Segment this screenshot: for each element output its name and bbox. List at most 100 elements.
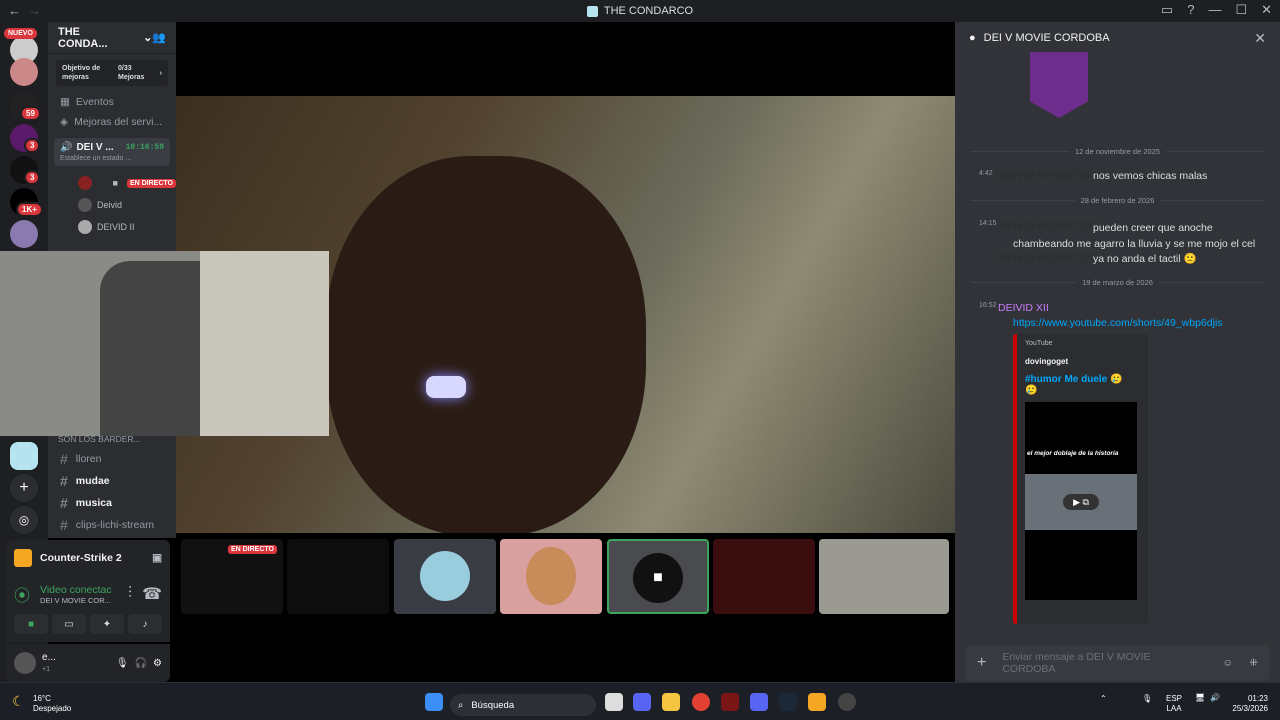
add-server-icon[interactable]: + xyxy=(10,474,38,502)
settings-icon[interactable]: ⚙ xyxy=(153,658,162,669)
message-link[interactable]: https://www.youtube.com/shorts/49_wbp6dj… xyxy=(1013,317,1223,329)
explore-icon[interactable]: ◎ xyxy=(10,506,38,534)
weather-temp[interactable]: 16°C xyxy=(33,694,71,704)
stream-tile[interactable] xyxy=(713,539,815,614)
noise-icon[interactable]: ⫶ xyxy=(128,585,132,603)
stream-tile[interactable]: EN DIRECTO xyxy=(181,539,283,614)
voice-member[interactable]: ■ EN DIRECTO xyxy=(48,172,176,194)
stream-tile[interactable] xyxy=(394,539,496,614)
embed-video[interactable]: el mejor doblaje de la historia ▶ ⧉ xyxy=(1025,402,1137,600)
screen-share-button[interactable]: ▭ xyxy=(52,614,86,634)
speaker-icon: 🔊 xyxy=(60,142,73,153)
server-icon[interactable] xyxy=(10,442,38,470)
date-divider: 19 de marzo de 2026 xyxy=(971,278,1264,287)
stream-tile[interactable] xyxy=(500,539,602,614)
taskbar: ☾ 16°C Despejado ⌕ Búsqueda ⌃ 🎙 ESP LAA 🖥 🔊… xyxy=(0,682,1280,720)
game-icon[interactable] xyxy=(808,693,826,711)
date-label: 12 de noviembre de 2025 xyxy=(1074,147,1161,156)
help-icon[interactable]: ? xyxy=(1187,2,1194,18)
steam-icon[interactable] xyxy=(779,693,797,711)
windows-start-icon[interactable] xyxy=(425,693,443,711)
play-icon[interactable]: ▶ ⧉ xyxy=(1063,494,1099,510)
voice-member[interactable]: Deivid xyxy=(48,194,176,216)
app-icon[interactable] xyxy=(721,693,739,711)
camera-button[interactable]: ■ xyxy=(14,614,48,634)
nav-boosts[interactable]: ◈ Mejoras del servi... xyxy=(48,112,176,132)
channel-item[interactable]: # clips-lichi-stream xyxy=(48,514,176,536)
mention-badge: 59 xyxy=(20,106,41,121)
chevron-up-icon[interactable]: ⌃ xyxy=(1100,694,1107,703)
forward-arrow-icon[interactable]: → xyxy=(28,3,41,18)
stream-icon[interactable]: ▣ xyxy=(152,552,162,564)
close-button[interactable]: ✕ xyxy=(1261,2,1272,18)
avatar[interactable] xyxy=(14,652,36,674)
channel-item[interactable]: # lloren xyxy=(48,448,176,470)
app-icon[interactable] xyxy=(633,693,651,711)
network-icon[interactable]: 🖥 xyxy=(1195,693,1205,702)
channel-name: musica xyxy=(75,497,112,509)
timestamp: 16:52 xyxy=(979,302,997,309)
voice-member[interactable]: DEIVID II xyxy=(48,216,176,238)
voice-channel[interactable]: 🔊 DEI V ... 10:16:59 Establece un estado .… xyxy=(54,138,170,166)
signal-icon[interactable]: ⦿ xyxy=(14,582,30,606)
server-icon[interactable] xyxy=(10,220,38,248)
embed-author[interactable]: dovingoget xyxy=(1025,357,1140,366)
avatar xyxy=(78,220,92,234)
task-view-icon[interactable] xyxy=(605,693,623,711)
voice-status-title: Video conectac xyxy=(40,583,112,596)
minimize-button[interactable]: — xyxy=(1208,2,1221,18)
headset-icon[interactable]: 🎧 xyxy=(135,658,147,669)
add-attachment-icon[interactable]: + xyxy=(977,654,986,672)
embed-title[interactable]: #humor Me duele 🥲 xyxy=(1025,374,1140,385)
maximize-button[interactable]: ☐ xyxy=(1235,2,1247,18)
pip-video[interactable] xyxy=(0,251,329,436)
layout[interactable]: LAA xyxy=(1166,704,1182,714)
message-composer[interactable]: + Enviar mensaje a DEI V MOVIE CORDOBA ☺… xyxy=(965,645,1270,681)
inbox-icon[interactable]: ▭ xyxy=(1161,2,1173,18)
app-icon[interactable] xyxy=(838,693,856,711)
nav-events[interactable]: ▦ Eventos xyxy=(48,92,176,112)
clock-date[interactable]: 25/3/2026 xyxy=(1228,704,1268,714)
author[interactable]: DEIVID RESENTIDO xyxy=(999,170,1098,182)
add-member-icon[interactable]: 👥 xyxy=(152,31,166,44)
video-caption: el mejor doblaje de la historia xyxy=(1027,450,1119,457)
author[interactable]: DEIVID RESENTIDO xyxy=(999,252,1098,264)
embed-provider: YouTube xyxy=(1025,340,1053,347)
chrome-icon[interactable] xyxy=(692,693,710,711)
language[interactable]: ESP xyxy=(1166,694,1182,704)
activity-panel[interactable]: Counter-Strike 2 ▣ xyxy=(6,540,170,576)
stream-tile[interactable] xyxy=(819,539,949,614)
stream-tile[interactable]: ■ xyxy=(607,539,709,614)
apps-icon[interactable]: ⁜ xyxy=(1249,657,1258,669)
camera-icon: ■ xyxy=(633,553,683,603)
server-name: THE CONDA... xyxy=(58,25,108,50)
emoji-icon[interactable]: ☺ xyxy=(1222,657,1233,669)
channel-item[interactable]: # musica xyxy=(48,492,176,514)
file-explorer-icon[interactable] xyxy=(662,693,680,711)
voice-channel-link[interactable]: DEI V MOVIE COR... xyxy=(40,596,112,605)
server-icon[interactable] xyxy=(10,58,38,86)
stream-tile[interactable] xyxy=(287,539,389,614)
author[interactable]: DEIVID XII xyxy=(998,302,1049,314)
server-header[interactable]: THE CONDA... ⌄ 👥 xyxy=(48,22,176,54)
back-arrow-icon[interactable]: ← xyxy=(8,3,21,18)
taskbar-search[interactable]: ⌕ Búsqueda xyxy=(450,694,596,716)
activities-button[interactable]: ✦ xyxy=(90,614,124,634)
close-icon[interactable]: ✕ xyxy=(1254,30,1266,47)
channel-item[interactable]: # mudae xyxy=(48,470,176,492)
status-prompt[interactable]: Establece un estado ... xyxy=(60,155,164,162)
weather-desc[interactable]: Despejado xyxy=(33,704,71,714)
role-emblem-image xyxy=(1030,52,1088,118)
microphone-icon[interactable]: 🎙 xyxy=(116,658,129,669)
clock-time[interactable]: 01:23 xyxy=(1228,694,1268,704)
volume-icon[interactable]: 🔊 xyxy=(1210,693,1220,702)
title-bar: ← → THE CONDARCO ▭ ? — ☐ ✕ xyxy=(0,0,1280,22)
disconnect-icon[interactable]: ☎ xyxy=(142,584,162,604)
soundboard-button[interactable]: ♪ xyxy=(128,614,162,634)
user-panel: e... +1 🎙 🎧 ⚙ xyxy=(6,644,170,682)
member-name: Deivid xyxy=(97,200,123,210)
date-label: 19 de marzo de 2026 xyxy=(1082,278,1153,287)
discord-icon[interactable] xyxy=(750,693,768,711)
boost-goal[interactable]: Objetivo de mejoras 0/33 Mejoras › xyxy=(56,60,168,86)
microphone-icon[interactable]: 🎙 xyxy=(1142,694,1152,703)
